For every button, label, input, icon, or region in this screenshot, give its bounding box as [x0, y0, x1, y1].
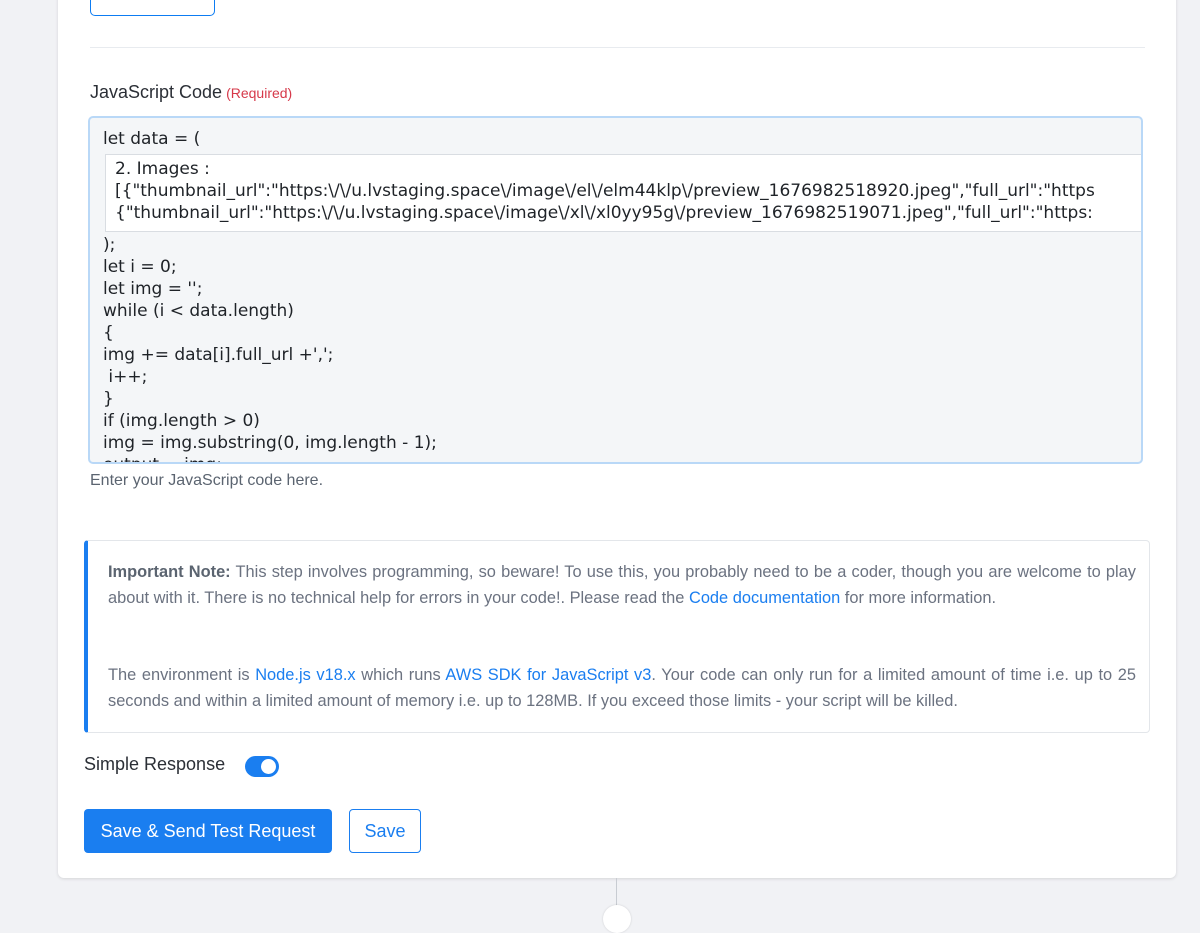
important-note: Important Note: This step involves progr… — [84, 540, 1150, 733]
code-field-label: JavaScript Code (Required) — [90, 82, 292, 103]
embedded-line: {"thumbnail_url":"https:\/\/u.lvstaging.… — [115, 203, 1093, 223]
note-text: which runs — [355, 666, 446, 684]
code-editor[interactable]: let data = ( 2. Images : [{"thumbnail_ur… — [88, 116, 1143, 464]
note-strong: Important Note: — [108, 563, 231, 581]
simple-response-toggle[interactable] — [245, 756, 279, 777]
code-line: img += data[i].full_url +','; — [103, 345, 334, 365]
code-line: output = img; — [103, 454, 222, 462]
save-button[interactable]: Save — [349, 809, 421, 853]
code-line: i++; — [103, 367, 148, 387]
nodejs-link[interactable]: Node.js v18.x — [255, 666, 355, 684]
simple-response-label: Simple Response — [84, 754, 226, 774]
code-field-label-text: JavaScript Code — [90, 82, 223, 102]
note-paragraph-1: Important Note: This step involves progr… — [108, 559, 1136, 611]
code-line: } — [103, 389, 114, 409]
code-line: let img = ''; — [103, 279, 203, 299]
embedded-line: 2. Images : — [115, 159, 210, 179]
code-line: let data = ( — [103, 129, 201, 149]
embedded-line: [{"thumbnail_url":"https:\/\/u.lvstaging… — [115, 181, 1095, 201]
code-documentation-link[interactable]: Code documentation — [689, 589, 840, 607]
required-marker: (Required) — [226, 85, 293, 101]
note-paragraph-2: The environment is Node.js v18.x which r… — [108, 662, 1136, 714]
divider — [90, 47, 1145, 48]
flow-connector — [616, 878, 617, 908]
toggle-knob — [261, 759, 276, 774]
code-field-hint: Enter your JavaScript code here. — [90, 472, 324, 489]
code-line: let i = 0; — [103, 257, 177, 277]
add-step-handle[interactable] — [603, 905, 631, 933]
aws-sdk-link[interactable]: AWS SDK for JavaScript v3 — [445, 666, 651, 684]
previous-button[interactable] — [90, 0, 215, 16]
save-and-send-test-request-button[interactable]: Save & Send Test Request — [84, 809, 332, 853]
code-line: img = img.substring(0, img.length - 1); — [103, 433, 437, 453]
note-text: The environment is — [108, 666, 256, 684]
code-line: ); — [103, 235, 116, 255]
note-text: for more information. — [840, 589, 997, 607]
code-line: if (img.length > 0) — [103, 411, 260, 431]
embedded-variable-box[interactable]: 2. Images : [{"thumbnail_url":"https:\/\… — [105, 154, 1141, 232]
code-line: while (i < data.length) — [103, 301, 294, 321]
code-line: { — [103, 323, 114, 343]
